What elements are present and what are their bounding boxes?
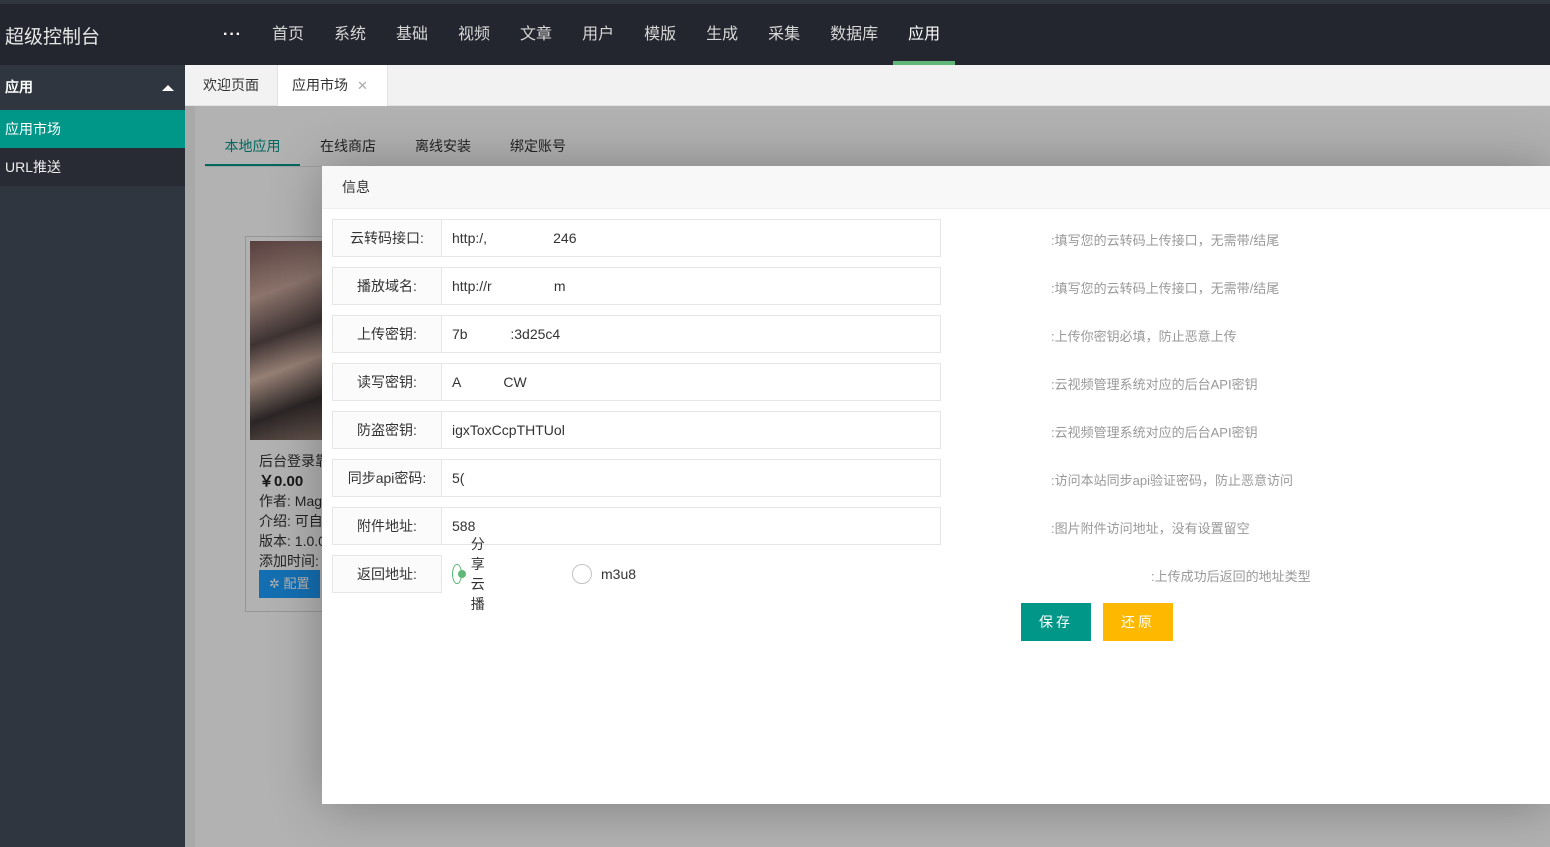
field-tip: :上传成功后返回的地址类型	[1151, 569, 1311, 584]
field-tip: :云视频管理系统对应的后台API密钥	[1051, 425, 1258, 440]
reset-button[interactable]: 还原	[1103, 603, 1173, 641]
radio-share-cloud[interactable]: 分享云播	[452, 536, 495, 612]
close-icon[interactable]: ✕	[357, 78, 368, 93]
sidebar-item-url-push[interactable]: URL推送	[0, 148, 185, 186]
tab-app-market[interactable]: 应用市场 ✕	[278, 65, 388, 106]
radio-m3u8[interactable]: m3u8	[572, 564, 636, 584]
field-tip: :图片附件访问地址，没有设置留空	[1051, 521, 1250, 536]
field-label: 返回地址:	[332, 555, 442, 593]
nav-basic[interactable]: 基础	[381, 4, 443, 65]
sidebar-item-app-market[interactable]: 应用市场	[0, 110, 185, 148]
brand-title: 超级控制台	[5, 27, 101, 48]
nav-system[interactable]: 系统	[319, 4, 381, 65]
field-label: 附件地址:	[332, 507, 442, 545]
field-tip: :云视频管理系统对应的后台API密钥	[1051, 377, 1258, 392]
save-button[interactable]: 保存	[1021, 603, 1091, 641]
upload-key-input[interactable]	[441, 315, 941, 353]
radio-checked-icon	[452, 564, 466, 584]
nav-database[interactable]: 数据库	[815, 4, 893, 65]
left-sidebar: 应用 应用市场 URL推送	[0, 65, 185, 847]
radio-label: m3u8	[601, 566, 637, 582]
top-nav: ··· 首页 系统 基础 视频 文章 用户 模版 生成 采集 数据库 应用	[208, 4, 956, 65]
nav-generate[interactable]: 生成	[691, 4, 753, 65]
sidebar-group-label: 应用	[5, 79, 33, 95]
field-tip: :填写您的云转码上传接口，无需带/结尾	[1051, 233, 1280, 248]
antitheft-key-input[interactable]	[441, 411, 941, 449]
sync-api-password-input[interactable]	[441, 459, 941, 497]
nav-user[interactable]: 用户	[567, 4, 629, 65]
field-label: 云转码接口:	[332, 219, 442, 257]
sidebar-group-apps[interactable]: 应用	[0, 65, 185, 110]
field-tip: :上传你密钥必填，防止恶意上传	[1051, 329, 1237, 344]
field-label: 上传密钥:	[332, 315, 442, 353]
nav-template[interactable]: 模版	[629, 4, 691, 65]
field-label: 防盗密钥:	[332, 411, 442, 449]
nav-more[interactable]: ···	[208, 4, 257, 65]
transcode-api-input[interactable]	[441, 219, 941, 257]
radio-label: 分享云播	[470, 536, 485, 612]
attachment-url-input[interactable]	[441, 507, 941, 545]
field-tip: :访问本站同步api验证密码，防止恶意访问	[1051, 473, 1293, 488]
nav-apps[interactable]: 应用	[893, 4, 956, 65]
nav-home[interactable]: 首页	[257, 4, 319, 65]
top-header: 超级控制台 ··· 首页 系统 基础 视频 文章 用户 模版 生成 采集 数据库…	[0, 4, 1550, 65]
caret-up-icon	[162, 85, 174, 91]
field-label: 播放域名:	[332, 267, 442, 305]
field-tip: :填写您的云转码上传接口，无需带/结尾	[1051, 281, 1280, 296]
modal-title: 信息	[322, 166, 1550, 209]
play-domain-input[interactable]	[441, 267, 941, 305]
settings-modal: 信息 云转码接口: :填写您的云转码上传接口，无需带/结尾 播放域名: :填写您…	[322, 166, 1550, 804]
nav-video[interactable]: 视频	[443, 4, 505, 65]
page-tabs: 欢迎页面 应用市场 ✕	[185, 65, 1550, 106]
rw-key-input[interactable]	[441, 363, 941, 401]
nav-collect[interactable]: 采集	[753, 4, 815, 65]
tab-app-market-label: 应用市场	[292, 77, 348, 93]
radio-unchecked-icon	[572, 564, 592, 584]
nav-article[interactable]: 文章	[505, 4, 567, 65]
tab-welcome[interactable]: 欢迎页面	[185, 65, 278, 106]
field-label: 读写密钥:	[332, 363, 442, 401]
field-label: 同步api密码:	[332, 459, 442, 497]
